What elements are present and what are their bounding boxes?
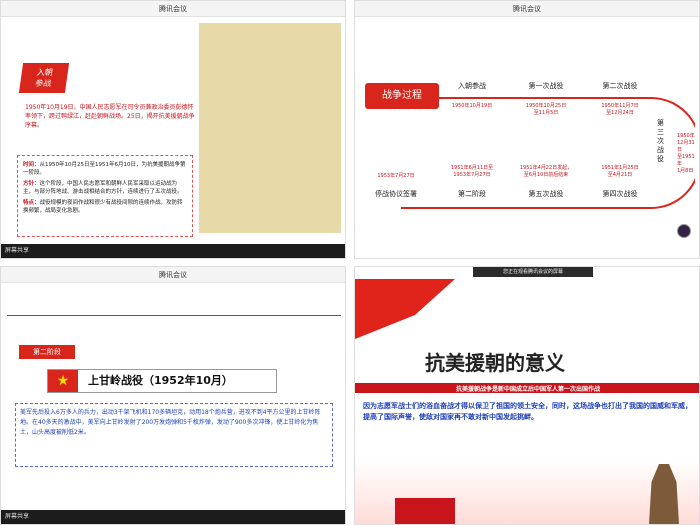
timeline-step: 停战协议签署 <box>375 190 417 198</box>
user-avatar[interactable] <box>677 224 691 238</box>
meeting-window-2: 腾讯会议 战争过程 入朝参战 第一次战役 第二次战役 1950年10月19日 1… <box>354 0 700 259</box>
slide: 第二阶段 ★ 上甘岭战役（1952年10月） 美军先后投入6万多人的兵力，出动3… <box>7 289 341 507</box>
window-title: 腾讯会议 <box>1 267 345 283</box>
timeline-step: 第三次战役 <box>657 119 664 163</box>
timeline-date: 1950年11月7日 至12月24日 <box>601 103 639 116</box>
timeline-date: 1950年 12月31日 至1951年 1月8日 <box>677 133 695 174</box>
timeline-label: 战争过程 <box>365 83 439 109</box>
korea-map-image <box>199 23 341 233</box>
info-row: 特点：战役规模的夜间作战和很少有战役间隙的连续作战，攻防转换频繁，战局变化急剧。 <box>23 200 183 214</box>
timeline-date: 1951年6月11日至 1953年7月27日 <box>450 165 494 178</box>
timeline-step: 第五次战役 <box>528 190 564 198</box>
slide-subtitle: 抗美援朝战争是新中国成立后中国军人第一次出国作战 <box>455 386 600 393</box>
slide: 战争过程 入朝参战 第一次战役 第二次战役 1950年10月19日 1950年1… <box>361 23 695 241</box>
timeline-date: 1951年1月25日 至4月21日 <box>601 165 639 178</box>
timeline-date: 1950年10月19日 <box>451 103 493 109</box>
share-status: 屏幕共享 <box>1 244 345 258</box>
section-tag: 入朝 参战 <box>18 63 70 93</box>
intro-text: 1950年10月19日，中国人民志愿军在司令员兼政治委员彭德怀率领下，跨过鸭绿江… <box>25 104 195 129</box>
star-icon: ★ <box>48 370 78 392</box>
slide-body: 因为志愿军战士们的浴血奋战才得以保卫了祖国的领土安全，同时，这场战争也打出了我国… <box>363 402 692 421</box>
battle-description: 美军先后投入6万多人的兵力，出动3千架飞机和170多辆坦克，动用18个炮兵营，进… <box>15 403 333 467</box>
meeting-window-1: 腾讯会议 入朝 参战 1950年10月19日，中国人民志愿军在司令员兼政治委员彭… <box>0 0 346 259</box>
tiananmen-image <box>395 498 455 524</box>
info-row: 方针：这个阶段，中国人民志愿军和朝鲜人民军采取以运动战为主，与部分阵地战、游击战… <box>23 181 183 195</box>
divider <box>7 315 341 316</box>
share-status: 屏幕共享 <box>1 510 345 524</box>
timeline-step: 入朝参战 <box>458 82 486 90</box>
section-badge: 第二阶段 <box>19 345 75 359</box>
viewing-banner[interactable]: 您正在观看腾讯会议的屏幕 <box>473 267 593 277</box>
timeline-date: 1950年10月25日 至11月5日 <box>525 103 567 116</box>
timeline-step: 第二阶段 <box>458 190 486 198</box>
meeting-window-3: 腾讯会议 第二阶段 ★ 上甘岭战役（1952年10月） 美军先后投入6万多人的兵… <box>0 266 346 525</box>
window-title: 腾讯会议 <box>1 1 345 17</box>
info-row: 时间：从1950年10月25日至1951年6月10日，为抗美援朝战争第一阶段。 <box>23 162 186 176</box>
timeline-date: 1953年7月27日 <box>377 173 415 179</box>
slide: 入朝 参战 1950年10月19日，中国人民志愿军在司令员兼政治委员彭德怀率领下… <box>7 23 341 241</box>
info-box: 时间：从1950年10月25日至1951年6月10日，为抗美援朝战争第一阶段。 … <box>17 155 193 237</box>
timeline-step: 第一次战役 <box>528 82 564 90</box>
screenshot-grid: 腾讯会议 入朝 参战 1950年10月19日，中国人民志愿军在司令员兼政治委员彭… <box>0 0 700 525</box>
slide-title: 抗美援朝的意义 <box>425 351 565 375</box>
timeline-step: 第四次战役 <box>602 190 638 198</box>
timeline-date: 1951年4月22日发起， 至6月10日前后结束 <box>519 165 573 178</box>
battle-heading: ★ 上甘岭战役（1952年10月） <box>47 369 277 393</box>
timeline-step: 第二次战役 <box>602 82 638 90</box>
window-title: 腾讯会议 <box>355 1 699 17</box>
meeting-window-4: 抗美援朝的意义 抗美援朝战争是新中国成立后中国军人第一次出国作战 因为志愿军战士… <box>354 266 700 525</box>
